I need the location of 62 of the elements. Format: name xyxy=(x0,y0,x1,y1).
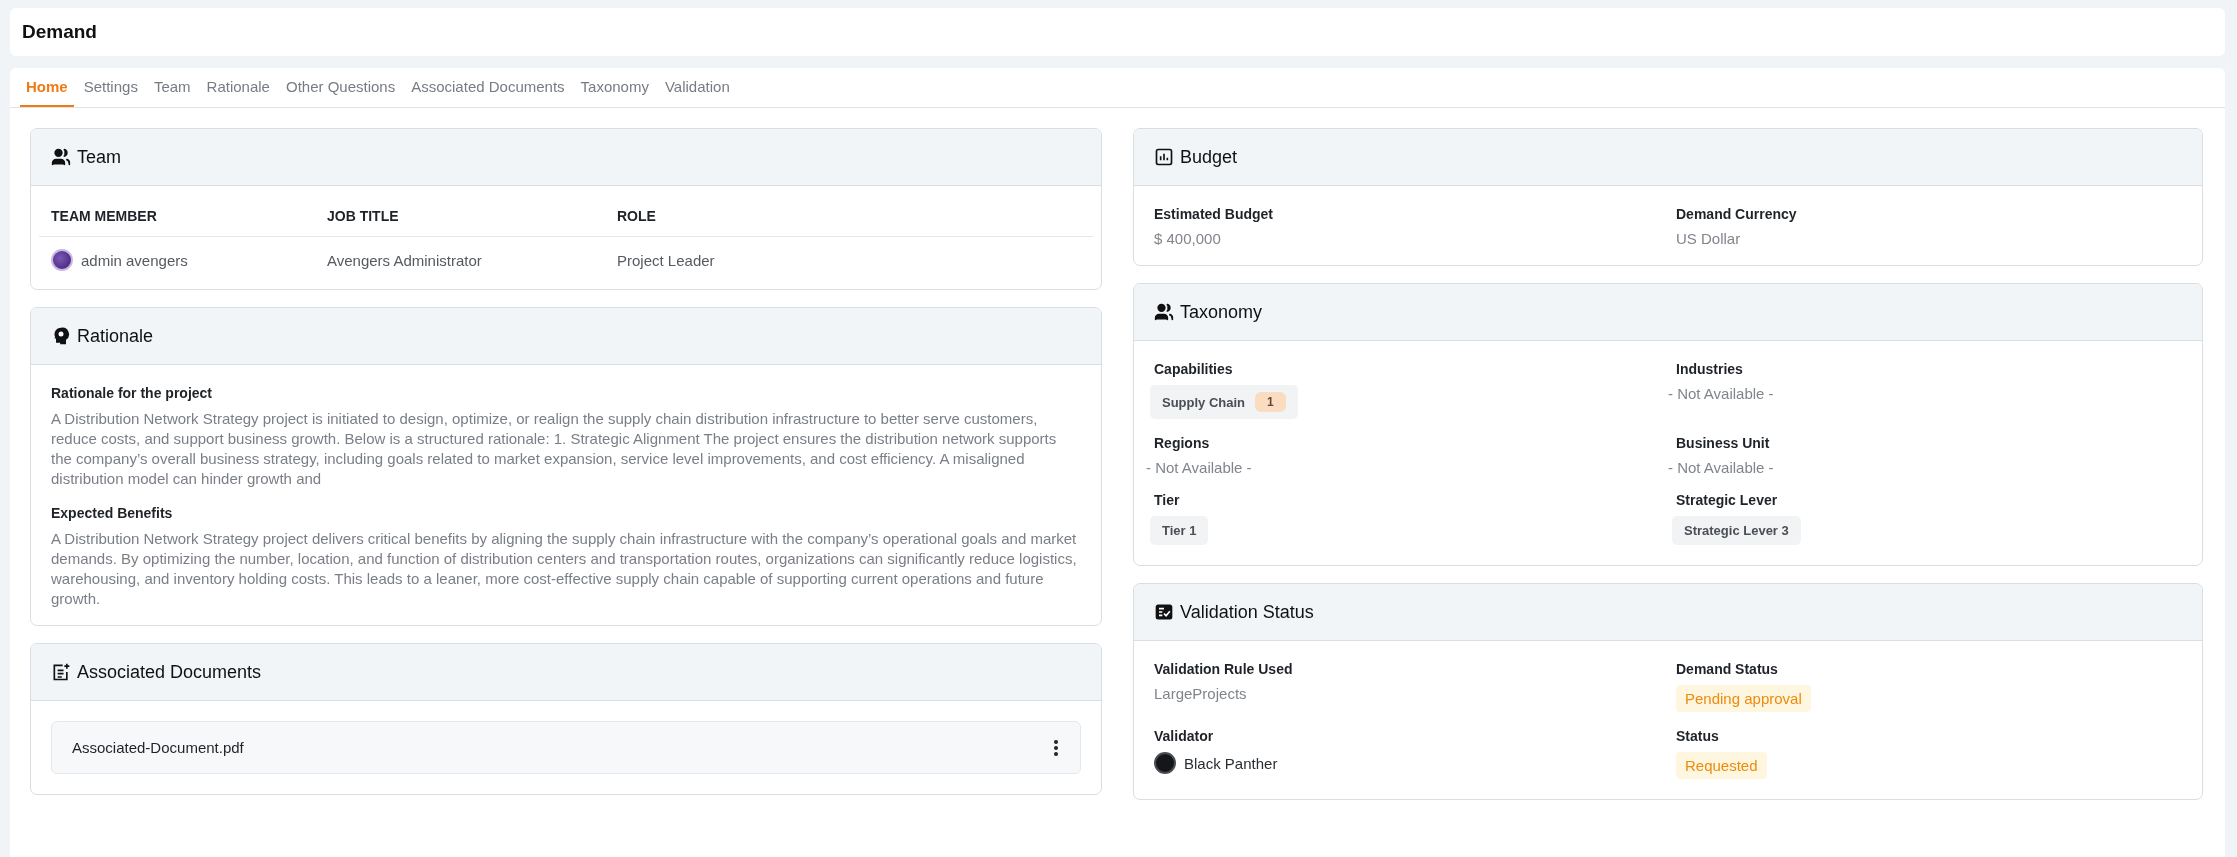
avatar xyxy=(1154,752,1176,774)
bar-chart-icon xyxy=(1154,147,1174,167)
team-icon xyxy=(51,147,71,167)
field-label: Strategic Lever xyxy=(1676,492,1778,508)
field-value: US Dollar xyxy=(1676,230,1741,247)
card-title: Associated Documents xyxy=(77,661,262,683)
paragraph: A Distribution Network Strategy project delivers critical benefits by aligning the supply chain infrastructure with the company’s operational goals and market demands. By optimizing the number, location, and function of distribution centers and transportation routes, organizations can significantly reduce logistics, warehousing, and inventory holding costs. This leads to a leaner, more cost-effective supply chain capable of supporting current operations and future growth. xyxy=(51,529,1078,609)
table-cell: admin avengers xyxy=(81,251,188,269)
user-name: Black Panther xyxy=(1184,754,1278,772)
tab[interactable]: Taxonomy xyxy=(574,68,655,107)
tab[interactable]: Home xyxy=(20,68,74,107)
tab[interactable]: Team xyxy=(147,68,197,107)
field-label: Industries xyxy=(1676,361,1743,377)
field-label: Tier xyxy=(1154,492,1180,508)
team-icon xyxy=(1154,302,1174,322)
tab[interactable]: Rationale xyxy=(200,68,276,107)
file-name: Associated-Document.pdf xyxy=(72,739,244,756)
table-cell-text: Project Leader xyxy=(616,251,716,269)
card-title: Rationale xyxy=(77,325,154,347)
tag-chip: Tier 1 xyxy=(1150,516,1209,545)
table-cell-text: Avengers Administrator xyxy=(326,251,483,269)
column-header: TEAM MEMBER xyxy=(50,208,158,224)
field-label: Estimated Budget xyxy=(1154,206,1273,222)
head-icon xyxy=(51,326,71,346)
section-heading: Expected Benefits xyxy=(51,505,174,521)
field-label: Demand Currency xyxy=(1676,206,1797,222)
more-button[interactable] xyxy=(1052,737,1060,758)
tab[interactable]: Associated Documents xyxy=(405,68,571,107)
tab[interactable]: Settings xyxy=(77,68,144,107)
field-value: $ 400,000 xyxy=(1154,230,1221,247)
tag-chip: Strategic Lever 3 xyxy=(1672,516,1801,545)
tag-label: Supply Chain xyxy=(1162,394,1246,410)
avatar xyxy=(51,249,73,271)
paragraph: A Distribution Network Strategy project is initiated to design, optimize, or realign the supply chain distribution infrastructure to better serve customers, reduce costs, and support business growth. Below is a structured rationale: 1. Strategic Alignment The project ensures the distribution network supports the company’s overall business strategy, including goals related to market expansion, service level improvements, and cost efficiency. A misaligned distribution model can hinder growth and xyxy=(51,409,1058,489)
field-value: - Not Available - xyxy=(1668,459,1774,476)
count-badge: 1 xyxy=(1255,392,1286,412)
card-title: Team xyxy=(77,146,121,168)
tab[interactable]: Other Questions xyxy=(279,68,402,107)
field-value: - Not Available - xyxy=(1668,385,1774,402)
checklist-icon xyxy=(1154,602,1174,622)
field-label: Status xyxy=(1676,728,1719,744)
field-label: Regions xyxy=(1154,435,1210,451)
section-heading: Rationale for the project xyxy=(51,385,214,401)
card-title: Validation Status xyxy=(1180,601,1314,623)
field-label: Validator xyxy=(1154,728,1214,744)
field-label: Business Unit xyxy=(1676,435,1770,451)
column-header: JOB TITLE xyxy=(326,208,400,224)
field-value: - Not Available - xyxy=(1146,459,1252,476)
document-plus-icon xyxy=(51,662,71,682)
field-label: Demand Status xyxy=(1676,661,1778,677)
card-title: Budget xyxy=(1180,146,1238,168)
status-badge: Pending approval xyxy=(1676,685,1811,712)
page-title: Demand xyxy=(22,21,97,43)
status-badge: Requested xyxy=(1676,752,1767,779)
more-icon xyxy=(1054,739,1058,756)
document-row[interactable]: Associated-Document.pdf xyxy=(51,721,1081,774)
field-label: Validation Rule Used xyxy=(1154,661,1293,677)
field-label: Capabilities xyxy=(1154,361,1233,377)
card-title: Taxonomy xyxy=(1180,301,1263,323)
field-value: LargeProjects xyxy=(1154,685,1247,702)
tab[interactable]: Validation xyxy=(658,68,736,107)
column-header: ROLE xyxy=(616,208,657,224)
